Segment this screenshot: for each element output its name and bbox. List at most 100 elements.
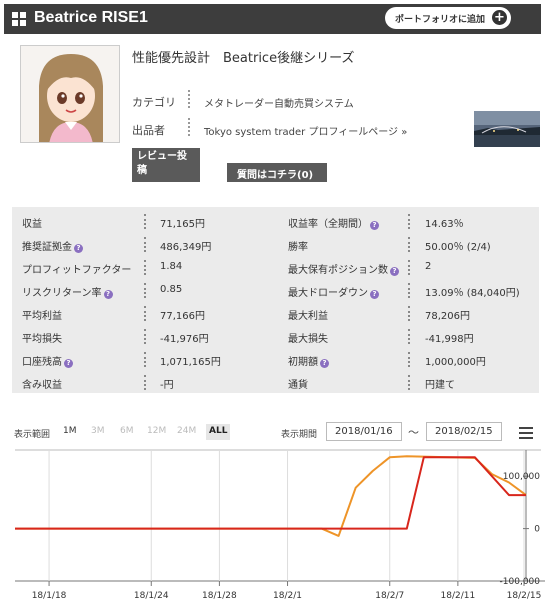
divider <box>408 352 410 367</box>
stats-row: 口座残高? 1,071,165円 初期額? 1,000,000円 <box>12 349 539 370</box>
seller-avatar <box>20 45 120 143</box>
divider <box>408 237 410 252</box>
stats-value: 77,166円 <box>160 307 205 322</box>
stats-label-text: 含み収益 <box>22 380 62 391</box>
stats-value: 50.00％ (2/4) <box>425 238 491 253</box>
divider <box>188 118 190 136</box>
stats-row: 含み収益 -円 通貨 円建て <box>12 372 539 393</box>
category-label: カテゴリ <box>132 96 176 109</box>
stats-value: -41,998円 <box>425 330 474 345</box>
stats-label-text: 収益 <box>22 219 42 230</box>
stats-value: 0.85 <box>160 284 182 295</box>
stats-value: 1,000,000円 <box>425 353 486 368</box>
stats-label-text: リスクリターン率 <box>22 288 102 299</box>
chart-menu-icon[interactable] <box>519 427 533 439</box>
help-icon[interactable]: ? <box>103 290 113 299</box>
stats-value-text: 13.09％ (84,040円) <box>425 288 520 299</box>
x-tick-label: 18/2/1 <box>273 591 302 601</box>
stats-label-text: 口座残高 <box>22 357 62 368</box>
help-icon[interactable]: ? <box>64 359 73 368</box>
stats-value: 円建て <box>425 376 455 391</box>
stats-value: 14.63％ <box>425 215 464 230</box>
x-tick-label: 18/1/28 <box>202 591 237 601</box>
stats-label-text: 最大ドローダウン <box>288 288 368 299</box>
divider <box>144 237 146 252</box>
stats-table: 収益 71,165円 収益率（全期間）? 14.63％ 推奨証拠金? 486,349円 勝率… <box>12 207 539 393</box>
add-to-portfolio-button[interactable]: ポートフォリオに追加 + <box>385 7 511 29</box>
stats-value: 486,349円 <box>160 238 211 253</box>
stats-label-text: 推奨証拠金 <box>22 242 72 253</box>
stats-value: 71,165円 <box>160 215 205 230</box>
range-button[interactable]: 12M <box>144 424 169 440</box>
stats-value: -円 <box>160 376 174 391</box>
range-button[interactable]: 1M <box>60 424 80 440</box>
stats-value-text: 486,349円 <box>160 242 212 253</box>
stats-row: 平均利益 77,166円 最大利益 78,206円 <box>12 303 539 324</box>
help-icon[interactable]: ? <box>370 290 379 299</box>
stats-label: 口座残高? <box>22 353 73 368</box>
range-button[interactable]: 24M <box>174 424 199 440</box>
stats-label-text: 最大保有ポジション数 <box>288 265 388 276</box>
stats-value: 1.84 <box>160 261 182 272</box>
divider <box>408 283 410 298</box>
page-title: Beatrice RISE1 <box>34 9 148 26</box>
stats-label: 初期額? <box>288 353 329 368</box>
y-tick-label: -100,000 <box>500 577 541 587</box>
stats-value: 1,071,165円 <box>160 353 221 368</box>
stats-value-text: 2 <box>425 261 432 272</box>
divider <box>408 329 410 344</box>
stats-row: 収益 71,165円 収益率（全期間）? 14.63％ <box>12 211 539 232</box>
stats-value-text: 50.00％ (2/4) <box>425 242 491 253</box>
range-button[interactable]: ALL <box>206 424 231 440</box>
stats-value-text: 77,166円 <box>160 311 205 322</box>
stats-label: リスクリターン率? <box>22 284 113 299</box>
unrealized-profit-line <box>15 455 527 537</box>
range-label: 表示範囲 <box>14 430 51 440</box>
stats-label: プロフィットファクター <box>22 261 131 276</box>
stats-row: リスクリターン率? 0.85 最大ドローダウン? 13.09％ (84,040円) <box>12 280 539 301</box>
stats-label-text: 通貨 <box>288 380 308 391</box>
stats-value-text: 0.85 <box>160 284 183 295</box>
divider <box>144 283 146 298</box>
stats-row: 推奨証拠金? 486,349円 勝率 50.00％ (2/4) <box>12 234 539 255</box>
write-review-button[interactable]: レビュー投稿 <box>132 148 200 182</box>
stats-value-text: 1,071,165円 <box>160 357 221 368</box>
x-tick-label: 18/2/7 <box>375 591 404 601</box>
ask-question-button[interactable]: 質問はコチラ(0) <box>227 163 327 182</box>
stats-value-text: 71,165円 <box>160 219 205 230</box>
x-tick-label: 18/2/11 <box>441 591 476 601</box>
stats-value: -41,976円 <box>160 330 209 345</box>
grid-icon <box>12 12 26 26</box>
stats-label: 平均利益 <box>22 307 62 322</box>
divider <box>408 260 410 275</box>
divider <box>188 90 190 108</box>
stats-value-text: 78,206円 <box>425 311 470 322</box>
help-icon[interactable]: ? <box>74 244 83 253</box>
divider <box>144 306 146 321</box>
realized-profit-line <box>15 456 526 530</box>
equity-chart: 18/1/18 18/1/24 18/1/28 18/2/1 18/2/7 18/2/11… <box>15 449 545 601</box>
range-button[interactable]: 3M <box>88 424 108 440</box>
date-from-input[interactable]: 2018/01/16 <box>326 422 402 441</box>
stats-value: 13.09％ (84,040円) <box>425 284 520 299</box>
stats-label-text: 初期額 <box>288 357 318 368</box>
stats-value-text: -41,998円 <box>425 334 474 345</box>
range-button[interactable]: 6M <box>117 424 137 440</box>
help-icon[interactable]: ? <box>390 267 399 276</box>
stats-label-text: 最大損失 <box>288 334 328 345</box>
divider <box>144 260 146 275</box>
divider <box>408 375 410 390</box>
help-icon[interactable]: ? <box>370 221 379 230</box>
divider <box>408 306 410 321</box>
seller-profile-link[interactable]: Tokyo system trader プロフィールページ » <box>204 123 407 138</box>
divider <box>144 375 146 390</box>
help-icon[interactable]: ? <box>320 359 329 368</box>
stats-label-text: プロフィットファクター <box>22 265 132 276</box>
y-tick-label: 100,000 <box>503 472 540 482</box>
seller-label: 出品者 <box>132 124 165 137</box>
date-to-input[interactable]: 2018/02/15 <box>426 422 502 441</box>
product-thumbnail <box>474 111 540 147</box>
stats-value-text: -円 <box>160 380 174 391</box>
period-label: 表示期間 <box>281 430 318 440</box>
stats-label: 最大保有ポジション数? <box>288 261 399 276</box>
